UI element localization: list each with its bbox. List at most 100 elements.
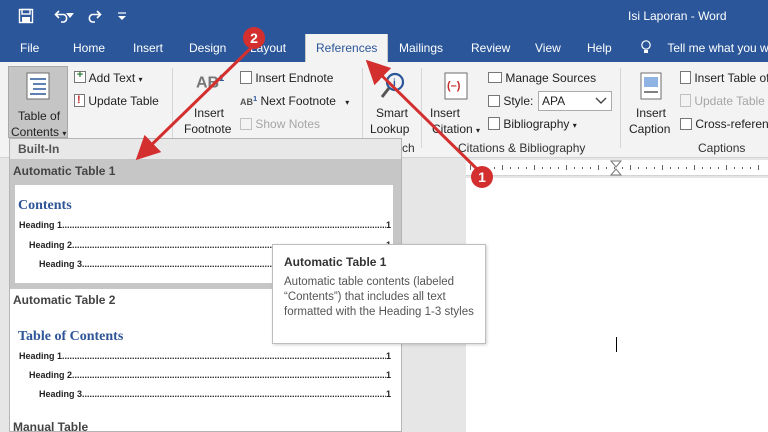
- lightbulb-icon: [641, 40, 651, 53]
- chevron-down-icon: [595, 97, 607, 104]
- cross-reference-button[interactable]: Cross-referen: [680, 117, 768, 131]
- ruler-tick: [710, 167, 711, 169]
- insert-footnote-button[interactable]: AB1 Insert Footnote: [182, 70, 234, 138]
- first-line-indent-marker[interactable]: [609, 160, 623, 168]
- insert-citation-button[interactable]: (–) Insert Citation ▾: [428, 70, 484, 138]
- tab-review[interactable]: Review: [471, 34, 510, 62]
- toc-preview-line: Heading 1...............................…: [19, 220, 389, 230]
- ruler-tick: [494, 167, 495, 169]
- ruler-tick: [542, 167, 543, 169]
- ruler-tick: [734, 167, 735, 169]
- toc-preview-line: Heading 3...............................…: [39, 389, 389, 399]
- insert-citation-icon: (–): [444, 72, 468, 100]
- ruler-ticks: [470, 160, 759, 176]
- ruler-tick: [582, 167, 583, 169]
- bibliography-button[interactable]: Bibliography ▾: [488, 117, 577, 131]
- research-group-label: ch: [402, 141, 415, 155]
- toc-preview-line: Heading 2...............................…: [29, 370, 389, 380]
- toc-line-page: 1: [386, 389, 392, 399]
- gallery-item-manual-table[interactable]: Manual Table: [10, 417, 401, 431]
- ruler-tick: [518, 167, 519, 169]
- ruler-tick: [558, 167, 559, 169]
- app-name: Word: [698, 9, 727, 23]
- manage-sources-label: Manage Sources: [505, 71, 597, 85]
- tab-file[interactable]: File: [20, 34, 39, 62]
- toc-line-page: 1: [386, 351, 392, 361]
- insert-caption-button[interactable]: Insert Caption: [626, 70, 674, 138]
- insert-caption-line1: Insert: [636, 106, 667, 120]
- bibliography-icon: [488, 117, 500, 130]
- ruler-tick: [550, 167, 551, 169]
- update-table-icon: !: [74, 94, 85, 107]
- update-captions-table-button[interactable]: Update Table: [680, 94, 765, 108]
- tab-help[interactable]: Help: [587, 34, 612, 62]
- built-in-header: Built-In: [10, 139, 401, 159]
- tab-view[interactable]: View: [535, 34, 561, 62]
- insert-footnote-line1: Insert: [194, 106, 225, 120]
- undo-dropdown-icon[interactable]: [64, 5, 76, 27]
- ruler-tick: [566, 165, 567, 170]
- update-captions-table-icon: [680, 94, 691, 107]
- horizontal-ruler[interactable]: [466, 160, 768, 176]
- bibliography-label: Bibliography: [503, 117, 570, 131]
- next-footnote-button[interactable]: AB1 Next Footnote ▾: [240, 94, 349, 108]
- citation-style-select[interactable]: APA: [538, 91, 612, 111]
- hanging-indent-marker[interactable]: [609, 168, 623, 176]
- toc-line-text: Heading 1: [19, 220, 63, 230]
- table-of-contents-button[interactable]: Table of Contents ▾: [8, 66, 68, 139]
- tab-insert[interactable]: Insert: [133, 34, 163, 62]
- bibliography-dropdown-icon: ▾: [572, 121, 577, 130]
- document-page[interactable]: [466, 178, 768, 432]
- save-icon[interactable]: [14, 5, 38, 27]
- add-text-dropdown-icon: ▾: [138, 75, 143, 84]
- show-notes-button[interactable]: Show Notes: [240, 117, 320, 131]
- redo-icon[interactable]: [82, 5, 106, 27]
- add-text-label: Add Text: [88, 71, 136, 85]
- tell-me-text: Tell me what you w: [667, 41, 768, 55]
- update-table-button[interactable]: ! Update Table: [74, 94, 159, 108]
- show-notes-label: Show Notes: [255, 117, 321, 131]
- gallery-item-title: Automatic Table 2: [13, 293, 116, 307]
- ruler-tick: [606, 167, 607, 169]
- next-footnote-icon: AB1: [240, 94, 258, 107]
- group-separator: [362, 68, 363, 148]
- word-window: Isi Laporan - Word File Home Insert Desi…: [0, 0, 768, 432]
- toc-label-text: Contents: [11, 125, 60, 139]
- next-footnote-label: Next Footnote: [260, 94, 336, 108]
- endnote-icon: [240, 71, 252, 84]
- toc-preview-line: Heading 1...............................…: [19, 351, 389, 361]
- tab-design[interactable]: Design: [189, 34, 226, 62]
- add-text-button[interactable]: + Add Text ▾: [74, 69, 143, 85]
- ruler-tick: [742, 167, 743, 169]
- tab-home[interactable]: Home: [73, 34, 105, 62]
- toc-line-page: 1: [386, 370, 392, 380]
- toc-line-text: Heading 2: [29, 240, 73, 250]
- smart-lookup-button[interactable]: i Smart Lookup: [368, 70, 416, 138]
- insert-citation-line1: Insert: [430, 106, 461, 120]
- insert-citation-dropdown-icon: ▾: [476, 126, 481, 135]
- update-captions-table-label: Update Table: [694, 94, 765, 108]
- document-title: Isi Laporan - Word: [628, 9, 727, 23]
- add-text-icon: +: [74, 69, 86, 83]
- insert-table-of-figures-button[interactable]: Insert Table of: [680, 71, 768, 85]
- tab-mailings[interactable]: Mailings: [399, 34, 443, 62]
- toc-preview-heading: Table of Contents: [18, 329, 124, 344]
- ruler-tick: [686, 167, 687, 169]
- toc-dropdown-icon: ▾: [62, 129, 67, 138]
- style-label-text: Style:: [503, 94, 534, 108]
- svg-text:i: i: [393, 78, 396, 89]
- customize-toolbar-icon[interactable]: [110, 5, 134, 27]
- tab-references[interactable]: References: [305, 34, 389, 62]
- gallery-item-title: Automatic Table 1: [13, 164, 116, 178]
- annotation-marker-1: 1: [471, 166, 493, 188]
- citations-group-label: Citations & Bibliography: [458, 141, 586, 155]
- ruler-tick: [622, 167, 623, 169]
- insert-endnote-button[interactable]: Insert Endnote: [240, 71, 333, 85]
- manage-sources-button[interactable]: Manage Sources: [488, 71, 596, 85]
- captions-group-label: Captions: [698, 141, 746, 155]
- tell-me-search[interactable]: Tell me what you w: [640, 34, 768, 62]
- ruler-tick: [574, 167, 575, 169]
- toc-label-line2: Contents ▾: [11, 125, 66, 139]
- table-of-figures-icon: [680, 71, 691, 84]
- document-name: Isi Laporan: [628, 9, 688, 23]
